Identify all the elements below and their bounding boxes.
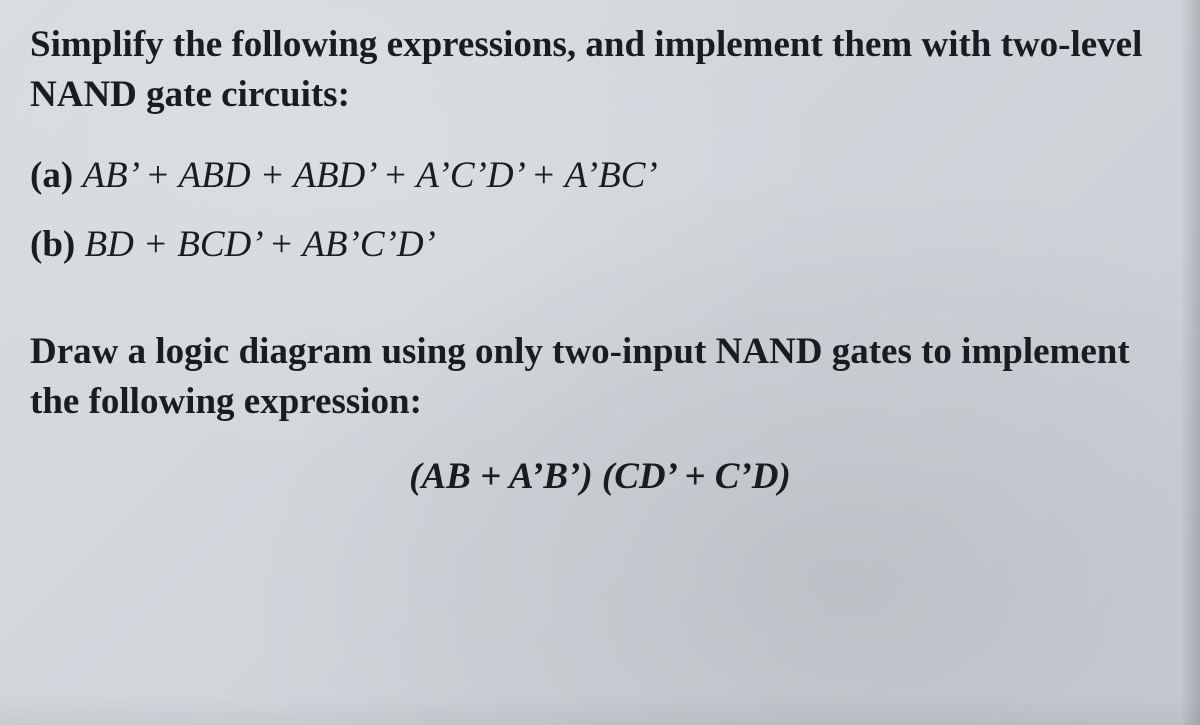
page-bottom-shadow [0, 695, 1200, 725]
problem2-heading: Draw a logic diagram using only two-inpu… [30, 327, 1170, 427]
problem2-expression: (AB + A’B’) (CD’ + C’D) [30, 455, 1170, 498]
item-label: (b) [30, 224, 75, 265]
page-right-shadow [1180, 0, 1200, 725]
problem1-item-b: (b) BD + BCD’ + AB’C’D’ [30, 217, 1170, 273]
item-label: (a) [30, 155, 73, 196]
item-expression: AB’ + ABD + ABD’ + A’C’D’ + A’BC’ [82, 155, 657, 196]
problem1-heading: Simplify the following expressions, and … [30, 20, 1170, 120]
item-expression: BD + BCD’ + AB’C’D’ [84, 224, 435, 265]
problem1-item-a: (a) AB’ + ABD + ABD’ + A’C’D’ + A’BC’ [30, 148, 1170, 204]
